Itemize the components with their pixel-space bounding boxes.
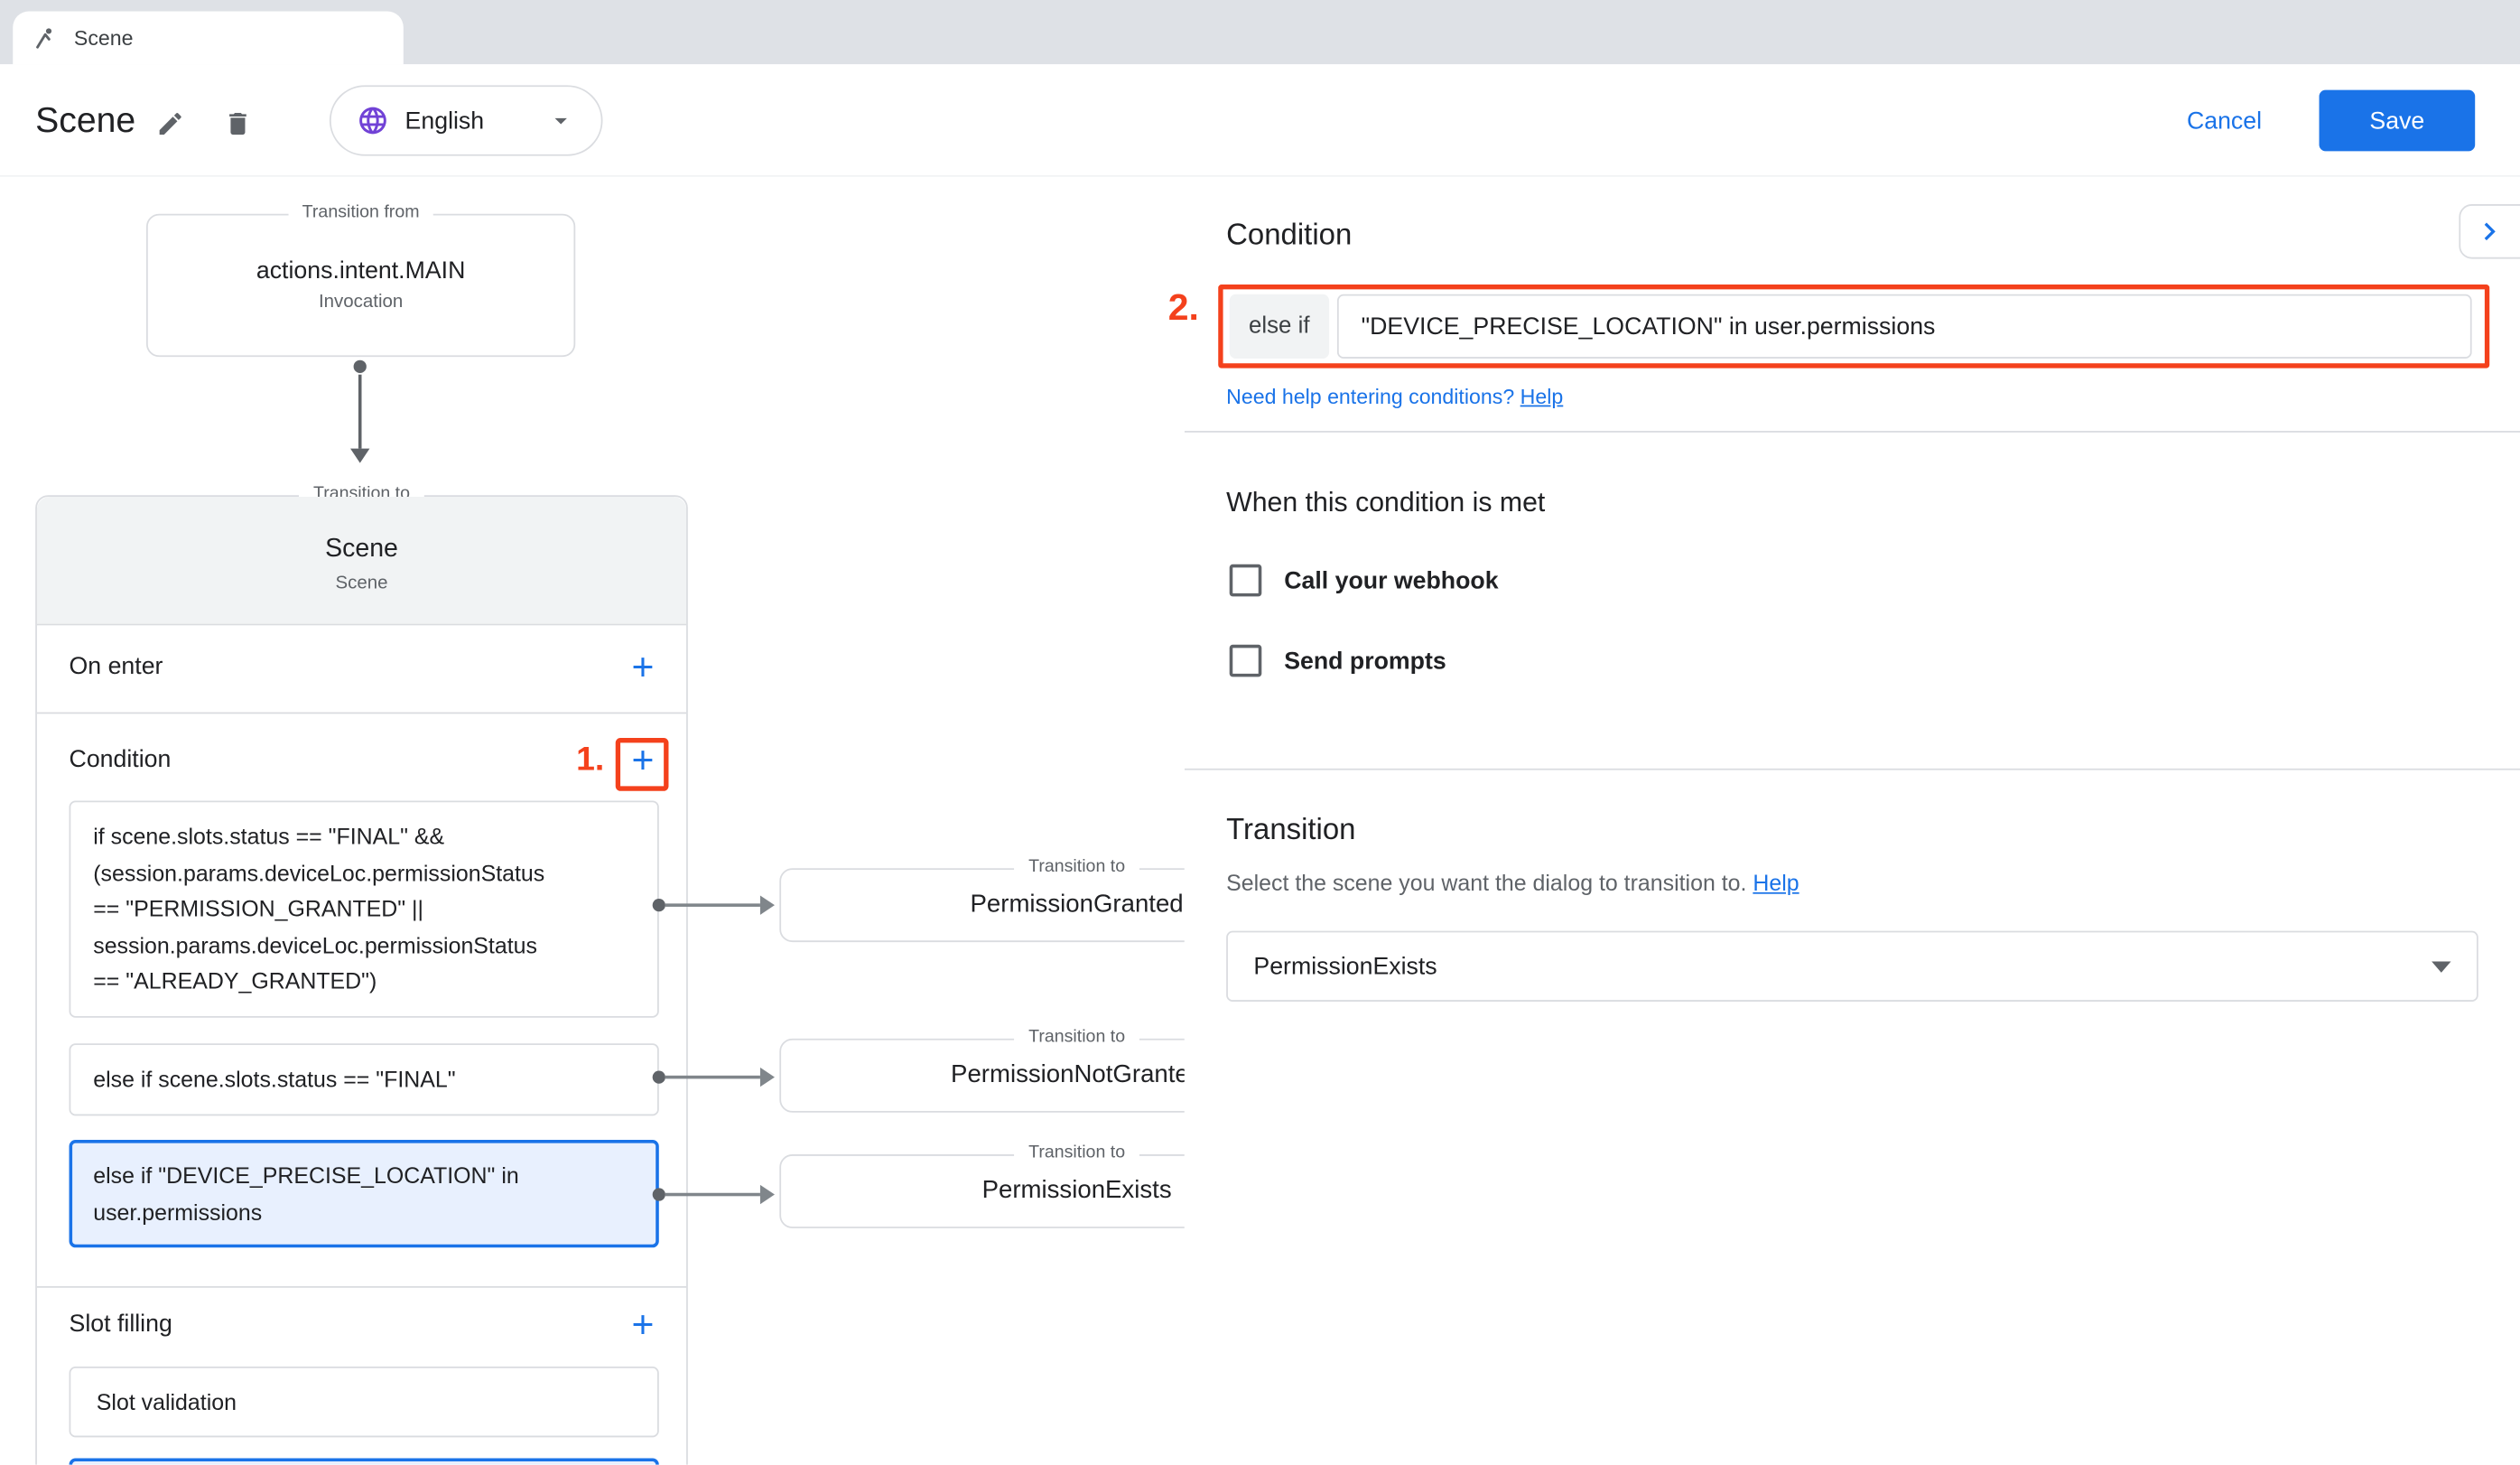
send-prompts-checkbox[interactable]	[1230, 645, 1262, 677]
globe-icon	[357, 105, 389, 137]
cancel-button[interactable]: Cancel	[2160, 64, 2288, 177]
transition-description: Select the scene you want the dialog to …	[1226, 870, 1799, 895]
condition-text: else if scene.slots.status == "FINAL"	[93, 1061, 563, 1097]
condition-text: else if "DEVICE_PRECISE_LOCATION" in use…	[93, 1158, 563, 1230]
transition-to-badge: Transition to	[1014, 1027, 1139, 1046]
transition-scene-select[interactable]: PermissionExists	[1226, 931, 2478, 1002]
condition-card-2[interactable]: else if scene.slots.status == "FINAL"	[70, 1043, 659, 1115]
webhook-option-row: Call your webhook	[1230, 563, 1499, 598]
condition-card-3-selected[interactable]: else if "DEVICE_PRECISE_LOCATION" in use…	[70, 1140, 659, 1247]
scene-node: Transition to Scene Scene On enter + Con…	[35, 495, 688, 1464]
connector-line	[665, 1076, 760, 1079]
connector-line	[665, 903, 760, 907]
target-node-name: PermissionGranted	[781, 870, 1185, 940]
else-if-chip: else if	[1230, 294, 1329, 359]
connector-line-vertical	[358, 375, 362, 449]
arrowhead-right-icon	[760, 895, 775, 914]
edit-scene-button[interactable]	[150, 103, 191, 145]
pencil-icon	[156, 109, 185, 138]
condition-section-label: Condition	[70, 746, 172, 773]
annotation-step-2: 2.	[1148, 286, 1199, 330]
transition-to-badge: Transition to	[1014, 1143, 1139, 1162]
connector-dot	[653, 1188, 665, 1200]
tab-strip: Scene	[0, 0, 2520, 64]
toolbar: Scene English Cancel Save	[0, 64, 2520, 177]
arrowhead-down-icon	[350, 449, 369, 463]
target-node-permission-not-granted[interactable]: Transition to PermissionNotGranted	[779, 1039, 1185, 1113]
prompts-option-row: Send prompts	[1230, 643, 1446, 678]
condition-detail-panel: Condition else if Need help entering con…	[1185, 177, 2520, 1465]
help-prompt-text: Need help entering conditions?	[1226, 384, 1514, 408]
transition-description-text: Select the scene you want the dialog to …	[1226, 870, 1746, 895]
browser-tab-scene[interactable]: Scene	[13, 11, 404, 64]
transition-scene-value: PermissionExists	[1253, 953, 2432, 980]
call-webhook-checkbox[interactable]	[1230, 565, 1262, 597]
annotation-step-1: 1.	[559, 742, 604, 780]
slot-filling-label: Slot filling	[70, 1311, 172, 1338]
condition-expression-input[interactable]	[1337, 294, 2472, 359]
connector-dot	[653, 1070, 665, 1083]
dropdown-caret-icon	[2432, 961, 2450, 972]
transition-from-badge: Transition from	[288, 202, 434, 221]
page-title: Scene	[35, 64, 135, 177]
transition-help-link[interactable]: Help	[1753, 870, 1799, 895]
invocation-node[interactable]: Transition from actions.intent.MAIN Invo…	[146, 214, 575, 357]
target-node-name: PermissionExists	[781, 1156, 1185, 1227]
slot-filling-section: Slot filling +	[37, 1288, 686, 1365]
transition-to-badge: Transition to	[1014, 857, 1139, 876]
caret-down-icon	[546, 106, 575, 135]
connector-dot	[653, 899, 665, 911]
trash-icon	[223, 109, 252, 138]
condition-card-1[interactable]: if scene.slots.status == "FINAL" && (ses…	[70, 800, 659, 1016]
collapse-panel-button[interactable]	[2459, 204, 2520, 259]
panel-condition-title: Condition	[1226, 217, 1352, 252]
actions-console-window: Scene Scene English Cancel Save Transiti…	[0, 0, 2520, 1465]
transition-title: Transition	[1226, 812, 1355, 847]
conditions-help-link[interactable]: Help	[1520, 384, 1564, 408]
condition-text: if scene.slots.status == "FINAL" && (ses…	[93, 818, 563, 999]
call-webhook-label: Call your webhook	[1284, 566, 1498, 593]
scene-node-name: Scene	[37, 536, 686, 565]
add-slot-button[interactable]: +	[628, 1304, 657, 1349]
language-selector[interactable]: English	[330, 85, 603, 155]
save-button[interactable]: Save	[2320, 90, 2476, 152]
tab-label: Scene	[74, 25, 134, 50]
add-on-enter-button[interactable]: +	[628, 647, 657, 692]
chevron-right-icon	[2472, 214, 2507, 249]
target-node-name: PermissionNotGranted	[781, 1040, 1185, 1111]
scene-flow-canvas: Transition from actions.intent.MAIN Invo…	[0, 177, 1185, 1465]
invocation-type: Invocation	[148, 293, 574, 312]
panel-divider	[1185, 431, 2520, 433]
scene-node-header[interactable]: Scene Scene	[37, 497, 686, 625]
invocation-name: actions.intent.MAIN	[148, 257, 574, 285]
on-enter-section: On enter +	[37, 625, 686, 714]
when-condition-met-title: When this condition is met	[1226, 487, 1545, 519]
on-enter-label: On enter	[70, 653, 163, 680]
target-node-permission-granted[interactable]: Transition to PermissionGranted	[779, 868, 1185, 942]
actions-on-google-icon	[33, 25, 58, 51]
add-condition-button[interactable]: +	[628, 740, 657, 785]
scene-node-type: Scene	[37, 574, 686, 593]
delete-scene-button[interactable]	[217, 103, 258, 145]
language-label: English	[405, 107, 531, 134]
send-prompts-label: Send prompts	[1284, 647, 1446, 674]
conditions-help-line: Need help entering conditions? Help	[1226, 384, 1563, 408]
target-node-permission-exists[interactable]: Transition to PermissionExists	[779, 1154, 1185, 1228]
panel-divider	[1185, 769, 2520, 770]
connector-line	[665, 1193, 760, 1197]
connector-dot	[354, 360, 367, 373]
arrowhead-right-icon	[760, 1068, 775, 1087]
slot-validation-card[interactable]: Slot validation	[70, 1367, 659, 1437]
arrowhead-right-icon	[760, 1185, 775, 1204]
